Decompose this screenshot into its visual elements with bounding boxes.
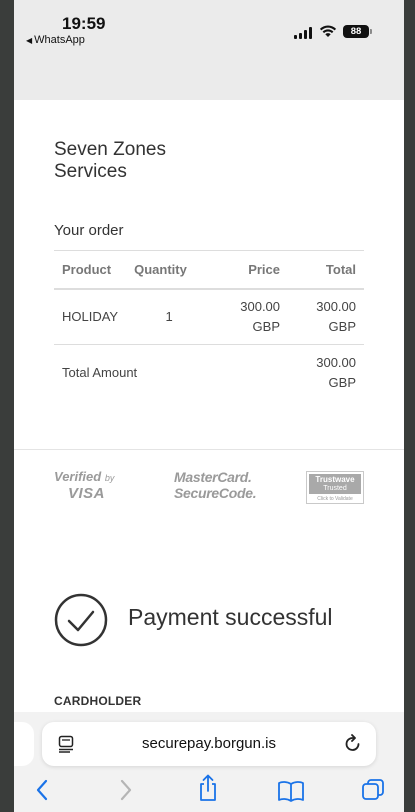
tabs-icon[interactable] [361,778,385,802]
previous-tab-peek[interactable] [14,722,34,766]
bookmarks-icon[interactable] [277,780,305,802]
battery-icon: 88 [343,25,372,38]
visa-verified-text: Verified [54,469,102,484]
row-product: HOLIDAY [54,288,127,345]
row-total: 300.00 GBP [288,288,364,345]
trustwave-name: Trustwave [315,475,355,484]
table-row: HOLIDAY 1 300.00 GBP 300.00 GBP [54,288,364,345]
header-price: Price [212,250,289,290]
back-app-label: WhatsApp [34,34,85,46]
header-product: Product [54,250,127,290]
url-text: securepay.borgun.is [142,735,276,752]
back-icon[interactable] [34,778,50,802]
status-bar: 19:59 ◀ WhatsApp 88 [14,0,404,100]
order-table: Product Quantity Price Total HOLIDAY 1 3… [54,250,364,401]
header-quantity: Quantity [126,250,213,290]
header-total: Total [288,250,364,290]
merchant-name-line2: Services [54,161,127,182]
back-triangle-icon: ◀ [26,36,33,45]
share-icon[interactable] [197,774,219,802]
payment-status: Payment successful [128,604,333,630]
mc-line1: MasterCard. [174,469,252,485]
merchant-name-line1: Seven Zones [54,139,166,160]
total-row: Total Amount 300.00 GBP [54,345,364,401]
mc-line2: SecureCode. [174,485,257,501]
verified-by-visa-logo: Verified by VISA [54,469,114,501]
address-bar[interactable]: securepay.borgun.is [42,722,376,766]
row-price-currency: GBP [252,318,281,334]
phone-screen: 19:59 ◀ WhatsApp 88 Seven Zones Services … [14,0,404,812]
status-time: 19:59 [62,14,106,33]
row-price-amount: 300.00 [240,298,281,314]
mastercard-securecode-logo: MasterCard. SecureCode. [174,469,257,501]
background-left-edge [0,0,14,812]
total-label: Total Amount [62,364,138,380]
order-title: Your order [54,222,124,239]
total-value: 300.00 GBP [288,345,364,401]
cardholder-label: CARDHOLDER [54,694,142,708]
row-total-currency: GBP [328,318,356,334]
merchant-name: Seven Zones Services [54,139,166,183]
signal-icon [294,27,314,39]
check-circle-icon [54,593,108,647]
wifi-icon [319,25,337,37]
total-amount: 300.00 [316,354,356,370]
background-right-edge [404,0,415,812]
row-quantity: 1 [126,288,213,345]
order-table-header: Product Quantity Price Total [54,250,364,290]
forward-icon[interactable] [118,778,134,802]
row-price: 300.00 GBP [212,288,289,345]
visa-by-text: by [104,473,115,483]
section-divider [14,449,404,450]
total-currency: GBP [328,374,356,390]
back-to-app-link[interactable]: ◀ WhatsApp [26,34,85,46]
reload-icon[interactable] [344,734,362,754]
trustwave-click: Click to Validate [317,496,353,502]
visa-wordmark: VISA [68,485,106,502]
trustwave-seal[interactable]: Trustwave Trusted Commerce Click to Vali… [306,471,364,504]
row-total-amount: 300.00 [316,298,356,314]
